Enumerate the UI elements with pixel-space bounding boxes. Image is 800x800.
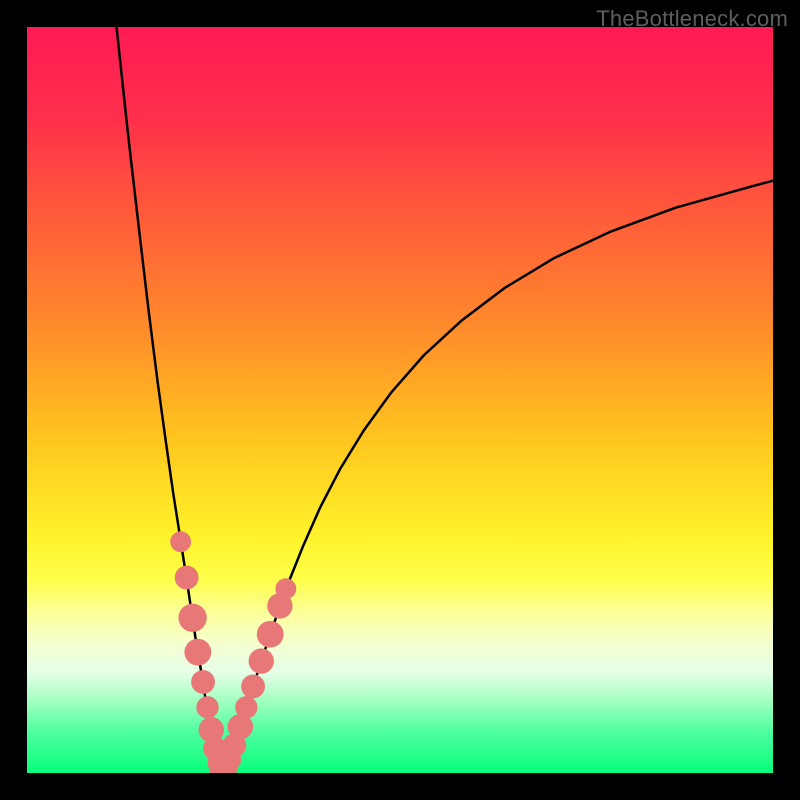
data-marker [235,696,257,718]
data-marker [196,696,218,718]
data-marker [170,531,191,552]
data-marker [249,648,274,673]
chart-frame: TheBottleneck.com [0,0,800,800]
curves-layer [27,27,773,773]
data-marker [257,621,284,648]
data-marker [241,675,265,699]
data-marker [178,604,206,632]
watermark-text: TheBottleneck.com [596,6,788,32]
curve-right-branch [228,181,773,762]
data-marker [275,578,296,599]
data-marker [191,670,215,694]
marker-group [170,531,296,773]
plot-area [27,27,773,773]
data-marker [175,566,199,590]
data-marker [184,639,211,666]
